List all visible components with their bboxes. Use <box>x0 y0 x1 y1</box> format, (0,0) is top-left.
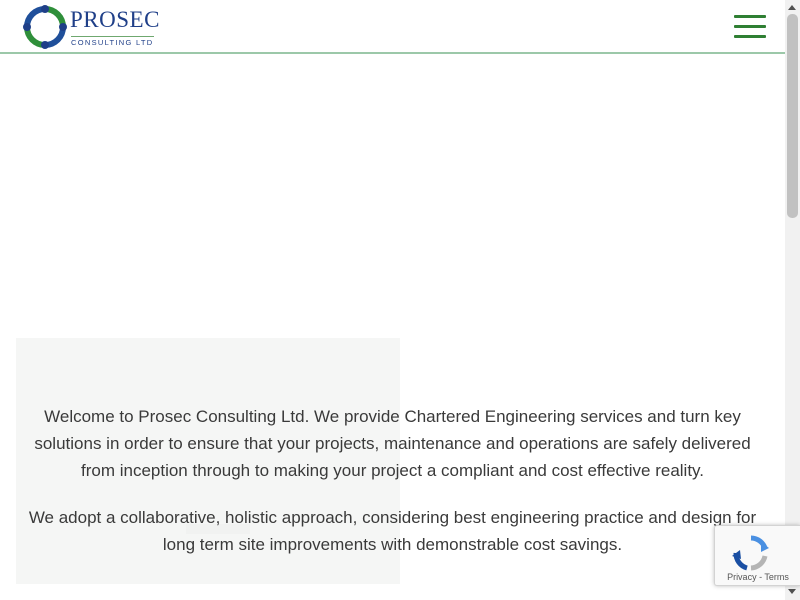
hamburger-menu-icon[interactable] <box>734 15 766 39</box>
intro-paragraph-1: Welcome to Prosec Consulting Ltd. We pro… <box>34 407 751 480</box>
intro-section: Welcome to Prosec Consulting Ltd. We pro… <box>0 403 785 558</box>
logo-tagline-text: CONSULTING LTD <box>71 36 154 47</box>
menu-bar-bottom <box>734 35 766 38</box>
hero-banner <box>0 56 785 336</box>
logo-brand-text: PROSEC <box>70 7 160 32</box>
recaptcha-links: Privacy - Terms <box>715 572 800 582</box>
logo-people-circle-icon <box>23 5 67 49</box>
vertical-scrollbar[interactable] <box>785 0 800 600</box>
site-logo[interactable]: PROSEC CONSULTING LTD <box>22 4 162 50</box>
scroll-down-arrow-icon[interactable] <box>788 589 796 594</box>
recaptcha-icon <box>732 535 769 571</box>
recaptcha-terms-link[interactable]: Terms <box>764 572 789 582</box>
menu-bar-top <box>734 15 766 18</box>
intro-paragraph-2: We adopt a collaborative, holistic appro… <box>28 508 757 554</box>
recaptcha-badge[interactable]: Privacy - Terms <box>714 525 800 586</box>
recaptcha-privacy-link[interactable]: Privacy <box>727 572 757 582</box>
menu-bar-middle <box>734 25 766 28</box>
scrollbar-thumb[interactable] <box>787 14 798 218</box>
page: PROSEC CONSULTING LTD Welcome to Prosec … <box>0 0 785 600</box>
scroll-up-arrow-icon[interactable] <box>788 5 796 10</box>
site-header: PROSEC CONSULTING LTD <box>0 0 785 54</box>
